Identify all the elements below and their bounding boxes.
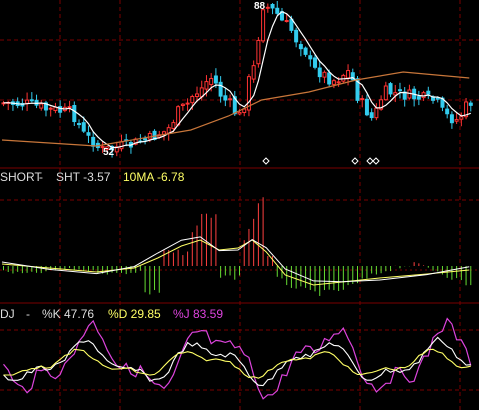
candle-down — [143, 138, 148, 141]
kdj-k-line — [3, 336, 471, 387]
short-panel — [1, 197, 472, 296]
candle-up — [284, 20, 289, 23]
candle-down — [468, 102, 473, 106]
candle-down — [91, 136, 96, 147]
candle-up — [383, 85, 388, 101]
candle-up — [176, 106, 181, 126]
candle-down — [77, 123, 82, 126]
ma10-value-label: 10MA -6.78 — [123, 170, 185, 184]
candle-down — [294, 29, 299, 43]
short-ma-line — [3, 10, 471, 149]
candle-up — [67, 106, 72, 109]
candle-down — [275, 7, 280, 14]
candle-down — [313, 57, 318, 68]
candle-up — [360, 98, 365, 101]
candle-up — [374, 107, 379, 119]
candle-down — [317, 67, 322, 78]
candle-down — [426, 90, 431, 95]
candle-up — [331, 80, 336, 85]
candle-up — [25, 99, 30, 104]
j-value-label: %J 83.59 — [173, 307, 224, 321]
candle-down — [218, 81, 223, 97]
candle-up — [185, 102, 190, 105]
candle-down — [270, 3, 275, 9]
high-price-label: 88 — [254, 1, 266, 12]
candle-up — [204, 81, 209, 90]
candle-up — [228, 98, 233, 101]
candle-up — [237, 111, 242, 115]
short-indicator-name: SHORT — [0, 170, 42, 184]
signal-marker — [351, 157, 359, 165]
signal-marker — [262, 157, 270, 165]
price-panel — [1, 0, 473, 165]
d-value-label: %D 29.85 — [108, 307, 161, 321]
candle-up — [265, 6, 270, 9]
candle-up — [209, 78, 214, 86]
candle-up — [119, 141, 124, 150]
candle-down — [435, 97, 440, 100]
k-value-label: %K 47.76 — [42, 307, 95, 321]
candle-down — [308, 55, 313, 60]
candle-down — [397, 89, 402, 92]
candle-up — [346, 70, 351, 79]
candle-up — [421, 92, 426, 99]
candle-up — [171, 122, 176, 130]
candle-down — [303, 47, 308, 55]
candle-down — [72, 105, 77, 123]
candle-down — [81, 122, 86, 132]
candle-up — [459, 116, 464, 120]
candle-down — [364, 98, 369, 116]
candle-up — [336, 81, 341, 84]
candle-down — [369, 112, 374, 119]
short-dash: - — [39, 170, 43, 184]
candle-up — [48, 107, 53, 110]
candle-down — [388, 83, 393, 95]
candle-up — [180, 103, 185, 107]
candle-down — [86, 132, 91, 136]
kdj-panel — [3, 317, 472, 400]
candle-down — [449, 114, 454, 124]
candle-up — [39, 103, 44, 109]
candle-down — [223, 95, 228, 101]
low-price-label: 52 — [103, 147, 115, 158]
candle-up — [322, 71, 327, 78]
kdj-indicator-name: KDJ — [0, 307, 15, 321]
candle-up — [454, 119, 459, 122]
candle-up — [393, 92, 398, 96]
candle-down — [298, 44, 303, 50]
candle-down — [327, 72, 332, 85]
candle-down — [29, 99, 34, 102]
kdj-d-line — [3, 348, 471, 379]
candle-down — [213, 75, 218, 84]
kdj-dash: - — [26, 307, 30, 321]
stock-chart — [0, 0, 479, 410]
sht-value-label: SHT -3.57 — [56, 170, 111, 184]
candle-up — [261, 9, 266, 42]
candle-up — [195, 93, 200, 97]
short-sht-line — [1, 236, 470, 283]
candle-up — [251, 65, 256, 80]
signal-marker — [366, 157, 374, 165]
signal-marker — [372, 157, 380, 165]
candle-down — [416, 96, 421, 100]
candle-up — [190, 95, 195, 104]
candle-up — [256, 39, 261, 65]
candle-down — [445, 108, 450, 115]
